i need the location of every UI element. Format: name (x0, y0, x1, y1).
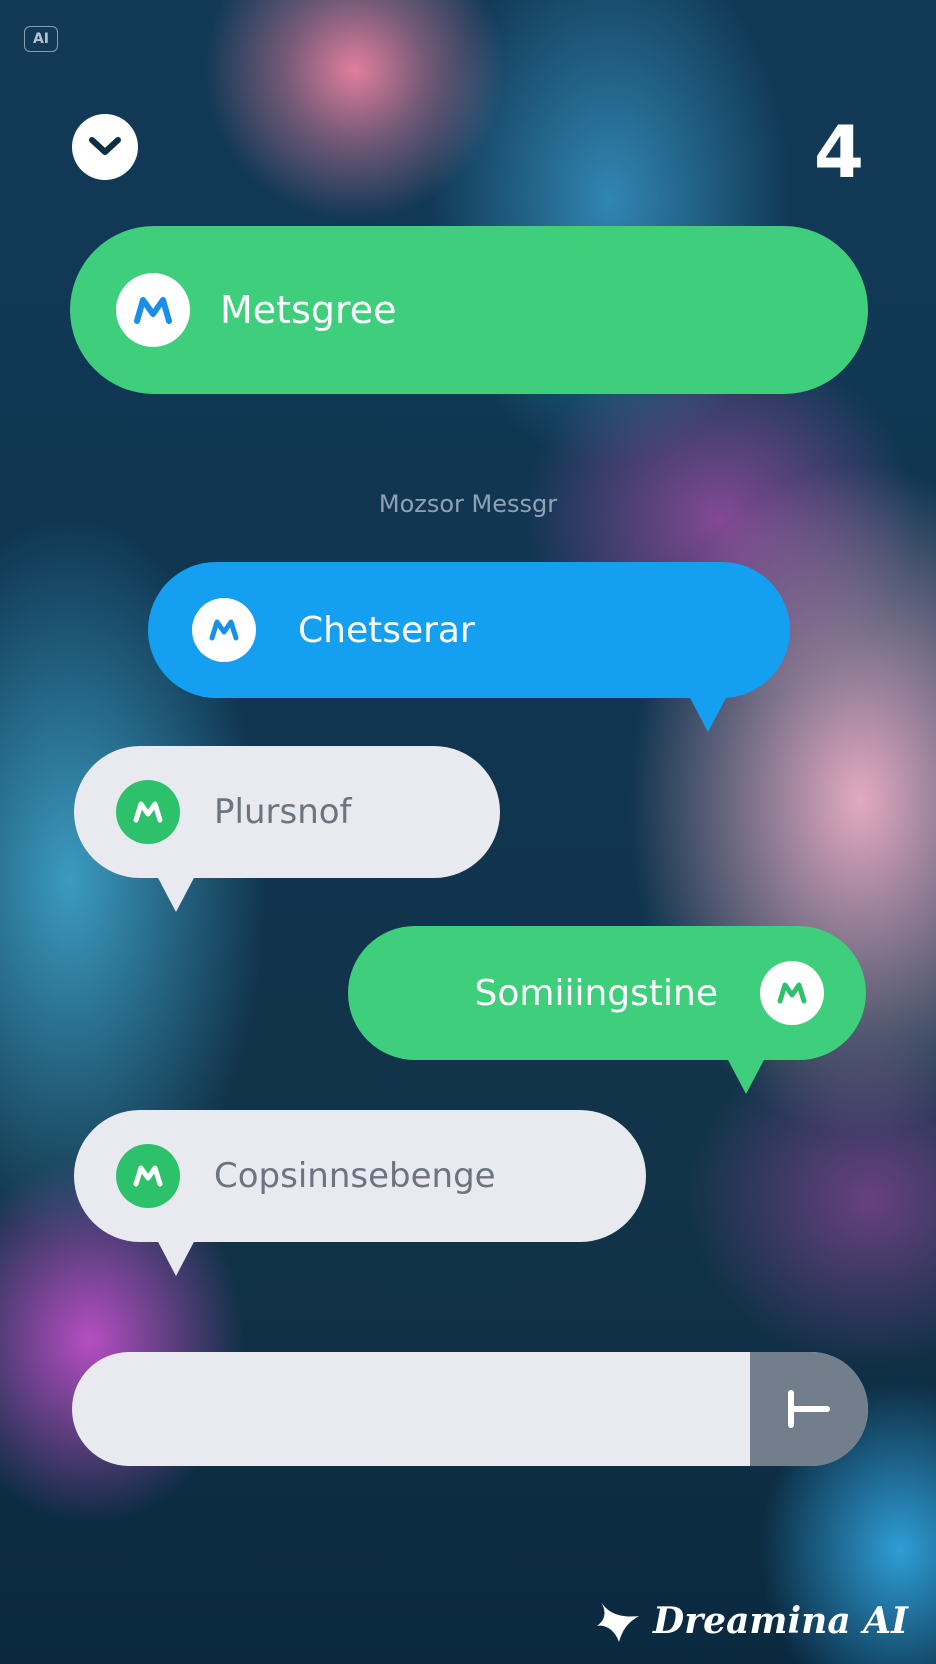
watermark: Dreamina AI (595, 1598, 908, 1644)
messenger-logo-icon (116, 1144, 180, 1208)
collapse-button[interactable] (72, 114, 138, 180)
m-letter-icon (134, 297, 172, 324)
app-title-pill[interactable]: Metsgree (70, 226, 868, 394)
chat-bubble-logo-icon (133, 801, 163, 823)
message-count: 4 (813, 110, 864, 194)
screen: AI 4 Metsgree Mozsor Messgr Chetserar Pl… (0, 0, 936, 1664)
message-text: Chetserar (298, 609, 475, 651)
bubble-tail (726, 1056, 766, 1094)
send-button[interactable] (750, 1352, 868, 1466)
dreamina-logo-icon (597, 1602, 639, 1642)
message-bubble[interactable]: Copsinnsebenge (74, 1110, 646, 1276)
app-title: Metsgree (220, 288, 397, 332)
bubble-tail (688, 694, 728, 732)
message-text: Copsinnsebenge (214, 1156, 496, 1196)
message-composer (72, 1352, 868, 1466)
bubble-tail (156, 874, 196, 912)
messenger-logo-icon (192, 598, 256, 662)
messenger-logo-icon (116, 780, 180, 844)
bubble-tail (156, 1238, 196, 1276)
chat-bubble-logo-icon (777, 982, 807, 1004)
chevron-down-icon (89, 137, 121, 155)
message-text: Somiiingstine (474, 972, 718, 1014)
chat-bubble-logo-icon (133, 1165, 163, 1187)
chat-bubble-logo-icon (200, 619, 239, 654)
messenger-logo-icon (760, 961, 824, 1025)
message-text: Plursnof (214, 792, 352, 832)
watermark-text: Dreamina AI (653, 1600, 908, 1642)
section-label: Mozsor Messgr (378, 490, 558, 518)
message-bubble[interactable]: Chetserar (148, 562, 790, 732)
message-bubble[interactable]: Somiiingstine (348, 926, 866, 1094)
message-bubble[interactable]: Plursnof (74, 746, 500, 912)
send-t-icon (788, 1390, 830, 1428)
messenger-logo-icon (116, 273, 190, 347)
message-input[interactable] (72, 1352, 750, 1466)
ai-badge: AI (24, 26, 58, 52)
